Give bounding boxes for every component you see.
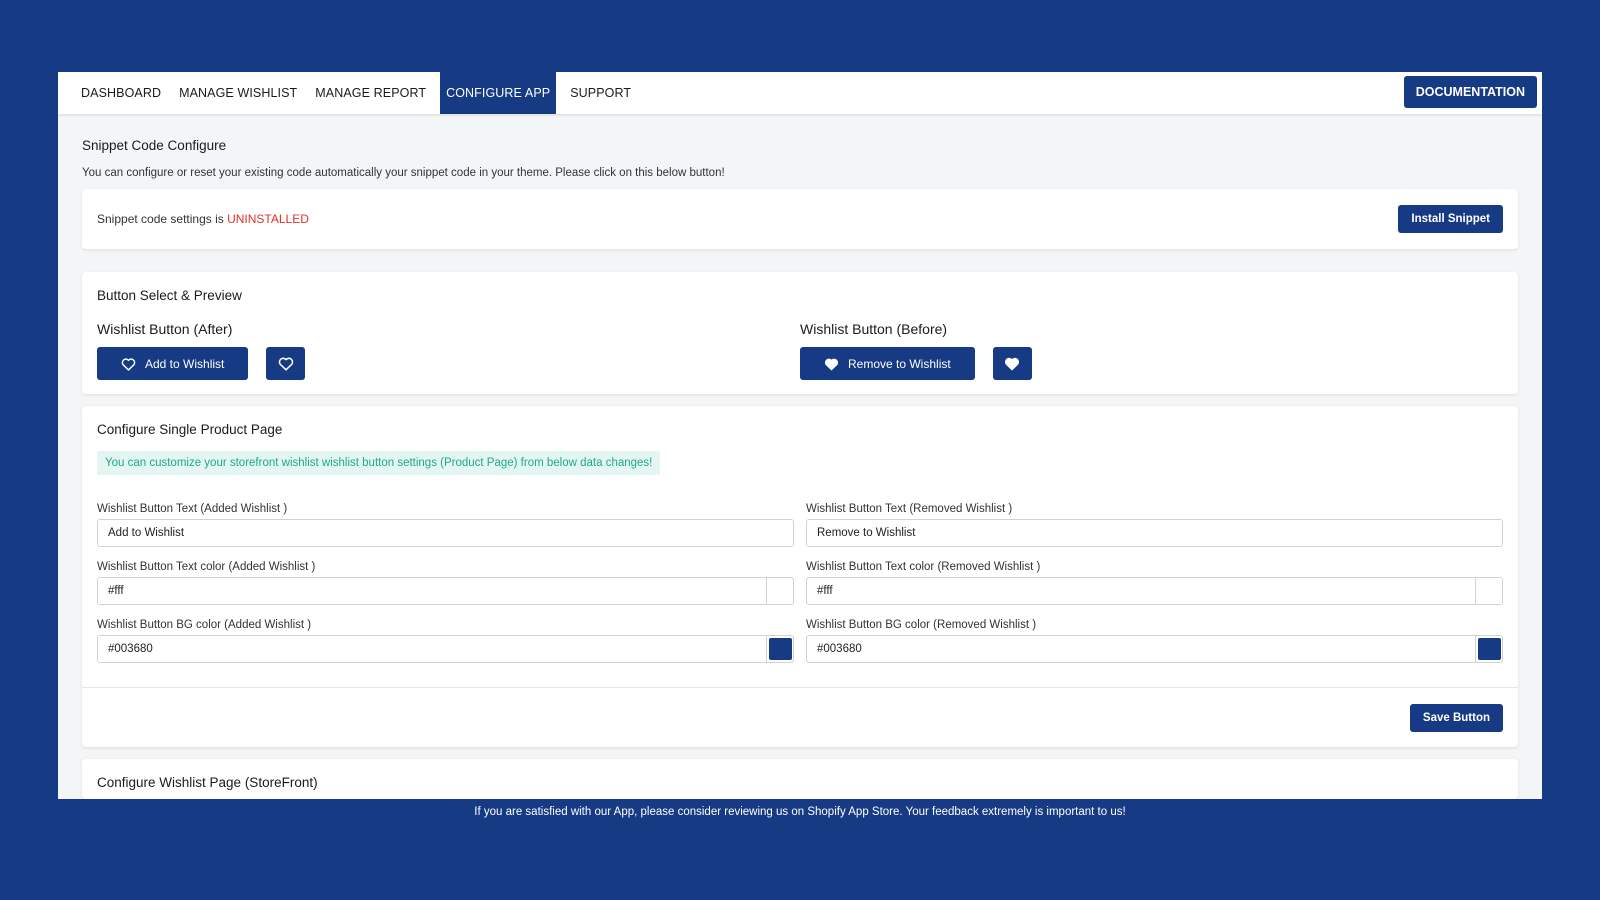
heart-filled-icon [1005, 357, 1020, 371]
snippet-status-badge: UNINSTALLED [227, 212, 309, 226]
added-bg-swatch[interactable] [767, 635, 794, 663]
snippet-status-prefix: Snippet code settings is [97, 212, 224, 226]
heart-filled-icon [824, 358, 839, 370]
removed-bg-field: #003680 [806, 635, 1503, 663]
add-to-wishlist-label: Add to Wishlist [145, 356, 225, 371]
removed-color-group: Wishlist Button Text color (Removed Wish… [806, 561, 1503, 605]
added-bg-label: Wishlist Button BG color (Added Wishlist… [97, 619, 312, 631]
added-text-label: Wishlist Button Text (Added Wishlist ) [97, 503, 288, 515]
save-button[interactable]: Save Button [1409, 703, 1503, 732]
tab-support[interactable]: SUPPORT [561, 72, 640, 114]
removed-wishlist-column: Wishlist Button Text (Removed Wishlist )… [806, 503, 1503, 677]
add-to-wishlist-button[interactable]: Add to Wishlist [97, 347, 249, 380]
added-bg-group: Wishlist Button BG color (Added Wishlist… [97, 619, 794, 663]
documentation-button[interactable]: DOCUMENTATION [1403, 76, 1537, 108]
button-preview-card: Button Select & Preview Wishlist Button … [82, 272, 1518, 394]
added-color-input[interactable]: #fff [97, 577, 767, 605]
added-wishlist-column: Wishlist Button Text (Added Wishlist ) A… [97, 503, 794, 677]
removed-bg-swatch[interactable] [1476, 635, 1503, 663]
preview-section-title: Button Select & Preview [97, 288, 242, 303]
removed-bg-input[interactable]: #003680 [806, 635, 1476, 663]
snippet-description: You can configure or reset your existing… [82, 167, 725, 179]
removed-color-input[interactable]: #fff [806, 577, 1476, 605]
heart-outline-icon [278, 357, 294, 371]
heart-outline-icon-button[interactable] [266, 347, 306, 380]
tab-dashboard[interactable]: DASHBOARD [72, 72, 170, 114]
wishlist-page-title: Configure Wishlist Page (StoreFront) [97, 775, 318, 790]
remove-to-wishlist-button[interactable]: Remove to Wishlist [800, 347, 975, 380]
removed-bg-label: Wishlist Button BG color (Removed Wishli… [806, 619, 1037, 631]
install-snippet-button[interactable]: Install Snippet [1398, 205, 1503, 233]
snippet-status: Snippet code settings is UNINSTALLED [97, 212, 309, 226]
preview-columns: Wishlist Button (After) Add to Wishlist … [97, 321, 1503, 380]
single-product-title: Configure Single Product Page [97, 422, 283, 437]
info-alert: You can customize your storefront wishli… [97, 451, 661, 475]
snippet-section-title: Snippet Code Configure [82, 138, 227, 153]
preview-after-title: Wishlist Button (After) [97, 321, 233, 337]
added-text-group: Wishlist Button Text (Added Wishlist ) A… [97, 503, 794, 547]
removed-text-group: Wishlist Button Text (Removed Wishlist )… [806, 503, 1503, 547]
wishlist-page-config-card: Configure Wishlist Page (StoreFront) [82, 759, 1518, 799]
tab-manage-report[interactable]: MANAGE REPORT [306, 72, 435, 114]
preview-before-column: Wishlist Button (Before) Remove to Wishl… [800, 321, 1503, 380]
added-bg-field: #003680 [97, 635, 794, 663]
preview-before-buttons: Remove to Wishlist [800, 347, 1503, 380]
preview-after-buttons: Add to Wishlist [97, 347, 800, 380]
heart-filled-icon-button[interactable] [992, 347, 1032, 380]
remove-to-wishlist-label: Remove to Wishlist [848, 356, 951, 371]
removed-color-field: #fff [806, 577, 1503, 605]
removed-text-input[interactable]: Remove to Wishlist [806, 519, 1503, 547]
heart-outline-icon [121, 357, 136, 371]
tab-manage-wishlist[interactable]: MANAGE WISHLIST [170, 72, 306, 114]
added-color-swatch[interactable] [767, 577, 794, 605]
snippet-status-card: Snippet code settings is UNINSTALLED Ins… [82, 189, 1518, 249]
preview-after-column: Wishlist Button (After) Add to Wishlist [97, 321, 800, 380]
removed-bg-group: Wishlist Button BG color (Removed Wishli… [806, 619, 1503, 663]
added-color-label: Wishlist Button Text color (Added Wishli… [97, 561, 316, 573]
added-text-input[interactable]: Add to Wishlist [97, 519, 794, 547]
main-content: Snippet Code Configure You can configure… [58, 114, 1542, 799]
single-product-config-card: Configure Single Product Page You can cu… [82, 406, 1518, 747]
tab-configure-app[interactable]: CONFIGURE APP [440, 72, 557, 114]
added-color-field: #fff [97, 577, 794, 605]
app-window: DASHBOARD MANAGE WISHLIST MANAGE REPORT … [58, 72, 1542, 799]
review-footer-note: If you are satisfied with our App, pleas… [474, 806, 1126, 818]
single-product-form: Wishlist Button Text (Added Wishlist ) A… [97, 503, 1503, 677]
removed-text-label: Wishlist Button Text (Removed Wishlist ) [806, 503, 1013, 515]
removed-color-label: Wishlist Button Text color (Removed Wish… [806, 561, 1041, 573]
added-bg-input[interactable]: #003680 [97, 635, 767, 663]
top-navigation: DASHBOARD MANAGE WISHLIST MANAGE REPORT … [58, 72, 1542, 114]
added-color-group: Wishlist Button Text color (Added Wishli… [97, 561, 794, 605]
preview-before-title: Wishlist Button (Before) [800, 321, 948, 337]
removed-color-swatch[interactable] [1476, 577, 1503, 605]
config-card-footer: Save Button [82, 687, 1518, 747]
